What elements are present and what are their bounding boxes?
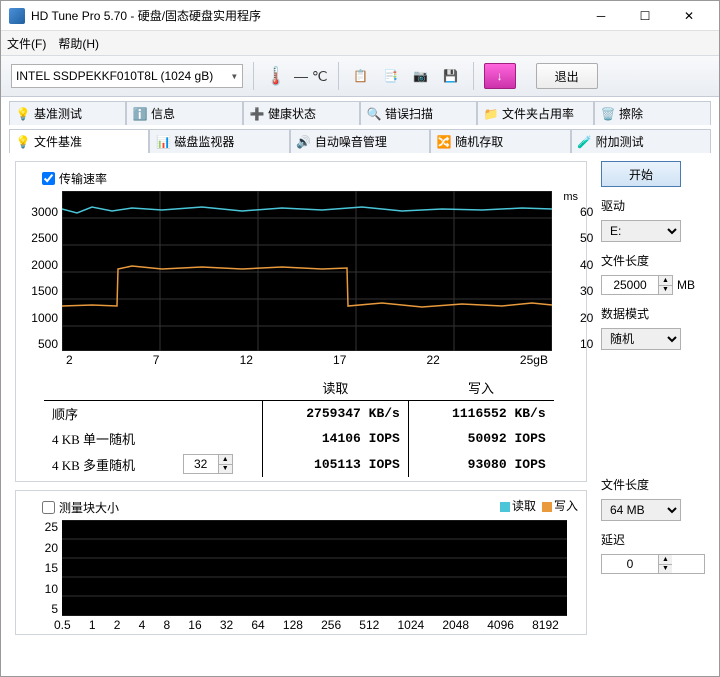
speaker-icon: 🔊: [297, 135, 311, 149]
block-size-check-input[interactable]: [42, 501, 55, 514]
toolbar: INTEL SSDPEKKF010T8L (1024 gB) 🌡️ — ℃ 📋 …: [1, 55, 719, 97]
info-icon: ℹ️: [133, 107, 147, 121]
health-icon: ➕: [250, 107, 264, 121]
exit-button[interactable]: 退出: [536, 63, 598, 89]
tabs-row-2: 💡文件基准 📊磁盘监视器 🔊自动噪音管理 🔀随机存取 🧪附加测试: [1, 129, 719, 153]
x-labels: 2712172225gB: [62, 353, 552, 367]
tab-benchmark[interactable]: 💡基准测试: [9, 101, 126, 125]
delay-label: 延迟: [601, 531, 705, 548]
y2-labels: 252015105: [28, 520, 58, 616]
y-right-labels: 605040302010: [580, 205, 600, 351]
table-row: 顺序2759347 KB/s1116552 KB/s: [44, 401, 554, 427]
file-length-label: 文件长度: [601, 252, 705, 269]
data-mode-label: 数据模式: [601, 305, 705, 322]
menu-file[interactable]: 文件(F): [7, 35, 46, 52]
tab-file-benchmark[interactable]: 💡文件基准: [9, 129, 149, 153]
save-icon[interactable]: 💾: [439, 64, 463, 88]
screenshot-icon[interactable]: 📷: [409, 64, 433, 88]
spin-up[interactable]: ▲: [659, 276, 672, 286]
x2-labels: 0.512481632641282565121024204840968192: [54, 618, 559, 632]
results-table: 读取写入 顺序2759347 KB/s1116552 KB/s 4 KB 单一随…: [24, 375, 578, 477]
drive-select[interactable]: INTEL SSDPEKKF010T8L (1024 gB): [11, 64, 243, 88]
file-length-spinner[interactable]: ▲▼: [601, 275, 673, 295]
transfer-rate-section: 传输速率 MB/s ms 30002500200015001000500 605…: [15, 161, 587, 482]
delay-input[interactable]: [602, 555, 658, 573]
queue-depth-spinner[interactable]: ▲▼: [183, 454, 233, 474]
monitor-icon: 📊: [156, 135, 170, 149]
minimize-button[interactable]: ─: [579, 1, 623, 31]
delay-spinner[interactable]: ▲▼: [601, 554, 705, 574]
tab-extra-tests[interactable]: 🧪附加测试: [571, 129, 711, 153]
y-left-labels: 30002500200015001000500: [28, 205, 58, 351]
transfer-rate-check-input[interactable]: [42, 172, 55, 185]
file-length-unit: MB: [677, 278, 695, 292]
menubar: 文件(F) 帮助(H): [1, 31, 719, 55]
window-title: HD Tune Pro 5.70 - 硬盘/固态硬盘实用程序: [31, 7, 579, 24]
folder-icon: 📁: [484, 107, 498, 121]
drive-select-value: INTEL SSDPEKKF010T8L (1024 gB): [16, 69, 213, 83]
file-length-input[interactable]: [602, 276, 658, 294]
temperature-value: — ℃: [294, 68, 328, 85]
block-chart: [62, 520, 567, 616]
app-icon: [9, 8, 25, 24]
table-row: 4 KB 单一随机14106 IOPS50092 IOPS: [44, 426, 554, 451]
scan-icon: 🔍: [367, 107, 381, 121]
spin-up[interactable]: ▲: [219, 455, 232, 465]
copy-icon[interactable]: 📋: [349, 64, 373, 88]
tab-disk-monitor[interactable]: 📊磁盘监视器: [149, 129, 289, 153]
legend: 读取 写入: [500, 497, 578, 514]
spin-down[interactable]: ▼: [219, 465, 232, 474]
tab-folder-usage[interactable]: 📁文件夹占用率: [477, 101, 594, 125]
random-icon: 🔀: [437, 135, 451, 149]
drive-label: 驱动: [601, 197, 705, 214]
bulb2-icon: 💡: [16, 135, 30, 149]
start-button[interactable]: 开始: [601, 161, 681, 187]
tab-health[interactable]: ➕健康状态: [243, 101, 360, 125]
transfer-chart: [62, 191, 552, 351]
thermometer-icon: 🌡️: [264, 64, 288, 88]
tab-erase[interactable]: 🗑️擦除: [594, 101, 711, 125]
titlebar: HD Tune Pro 5.70 - 硬盘/固态硬盘实用程序 ─ ☐ ✕: [1, 1, 719, 31]
content: 传输速率 MB/s ms 30002500200015001000500 605…: [1, 153, 719, 651]
drive-letter-select[interactable]: E:: [601, 220, 681, 242]
side-panel: 开始 驱动 E: 文件长度 ▲▼ MB 数据模式 随机 文件长度 64 MB 延…: [601, 161, 705, 643]
tab-random-access[interactable]: 🔀随机存取: [430, 129, 570, 153]
y-right-unit: ms: [563, 191, 578, 203]
block-size-section: 测量块大小 读取 写入 252015105: [15, 490, 587, 635]
file-length2-select[interactable]: 64 MB: [601, 499, 681, 521]
spin-down[interactable]: ▼: [659, 565, 672, 574]
trash-icon: 🗑️: [601, 107, 615, 121]
tab-info[interactable]: ℹ️信息: [126, 101, 243, 125]
menu-help[interactable]: 帮助(H): [58, 35, 99, 52]
extra-icon: 🧪: [578, 135, 592, 149]
data-mode-select[interactable]: 随机: [601, 328, 681, 350]
maximize-button[interactable]: ☐: [623, 1, 667, 31]
tab-error-scan[interactable]: 🔍错误扫描: [360, 101, 477, 125]
close-button[interactable]: ✕: [667, 1, 711, 31]
spin-down[interactable]: ▼: [659, 286, 672, 295]
y-left-unit: MB/s: [62, 191, 87, 203]
transfer-rate-checkbox[interactable]: 传输速率: [42, 170, 578, 187]
copy-all-icon[interactable]: 📑: [379, 64, 403, 88]
block-size-checkbox[interactable]: 测量块大小: [42, 499, 578, 516]
table-row: 4 KB 多重随机 ▲▼ 105113 IOPS93080 IOPS: [44, 451, 554, 477]
queue-depth-input[interactable]: [184, 455, 218, 473]
bulb-icon: 💡: [16, 107, 30, 121]
tab-aam[interactable]: 🔊自动噪音管理: [290, 129, 430, 153]
download-button[interactable]: ↓: [484, 63, 516, 89]
tabs-row-1: 💡基准测试 ℹ️信息 ➕健康状态 🔍错误扫描 📁文件夹占用率 🗑️擦除: [1, 101, 719, 125]
file-length2-label: 文件长度: [601, 476, 705, 493]
spin-up[interactable]: ▲: [659, 555, 672, 565]
